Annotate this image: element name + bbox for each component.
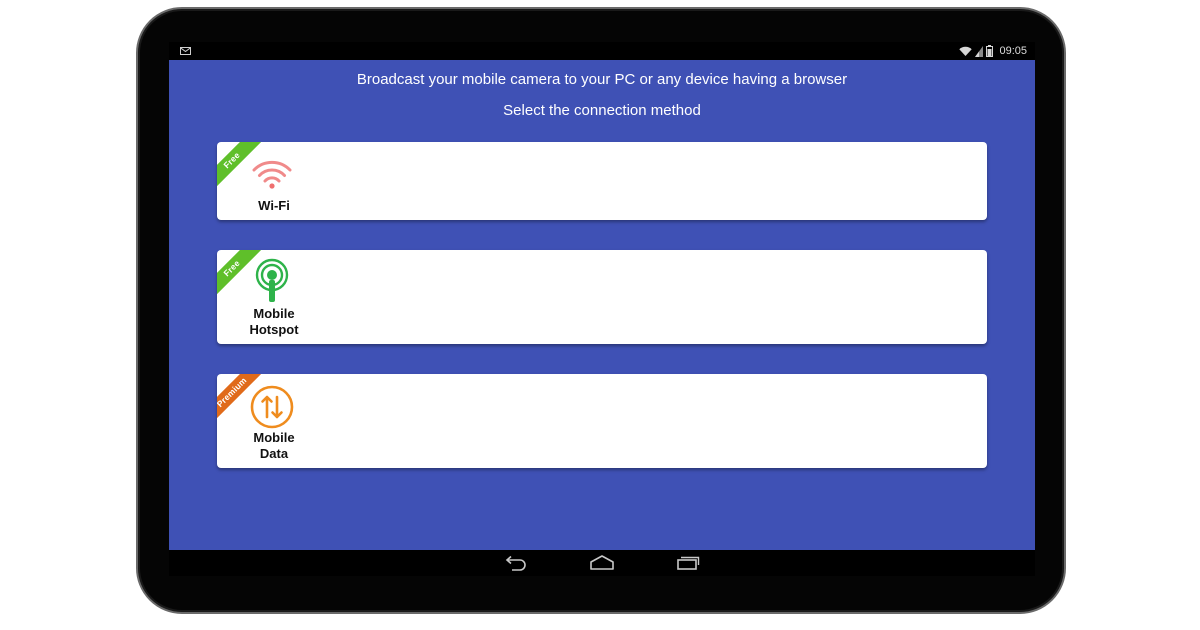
option-label-line: Mobile: [253, 306, 295, 321]
option-card-wifi[interactable]: Free Wi-Fi: [217, 142, 987, 220]
option-label-line: Hotspot: [249, 322, 299, 337]
back-icon[interactable]: [503, 555, 529, 571]
option-label: Mobile Data: [227, 430, 321, 462]
status-time: 09:05: [999, 45, 1027, 57]
home-icon[interactable]: [589, 555, 615, 571]
mail-icon: [180, 47, 191, 55]
headline: Broadcast your mobile camera to your PC …: [356, 71, 848, 88]
option-label: Mobile Hotspot: [227, 306, 321, 338]
option-label-line: Data: [259, 446, 289, 461]
mobile-data-icon: [250, 385, 294, 429]
option-label: Wi-Fi: [227, 198, 321, 214]
navigation-bar: [169, 550, 1035, 576]
option-label-line: Wi-Fi: [258, 198, 290, 213]
device-screen: 09:05 Broadcast your mobile camera to yo…: [169, 42, 1035, 576]
signal-icon: [975, 45, 984, 57]
option-label-line: Mobile: [253, 430, 295, 445]
status-bar: 09:05: [169, 42, 1035, 60]
subheadline: Select the connection method: [503, 102, 701, 119]
status-icons: 09:05: [959, 44, 1027, 58]
battery-icon: [986, 45, 994, 57]
wifi-icon: [252, 160, 292, 189]
hotspot-icon: [255, 258, 289, 302]
option-card-mobile-data[interactable]: Premium Mobile Data: [217, 374, 987, 468]
wifi-icon: [959, 46, 973, 56]
option-card-hotspot[interactable]: Free Mobile Hotspot: [217, 250, 987, 344]
app-content: Broadcast your mobile camera to your PC …: [169, 60, 1035, 550]
recent-apps-icon[interactable]: [675, 555, 701, 571]
